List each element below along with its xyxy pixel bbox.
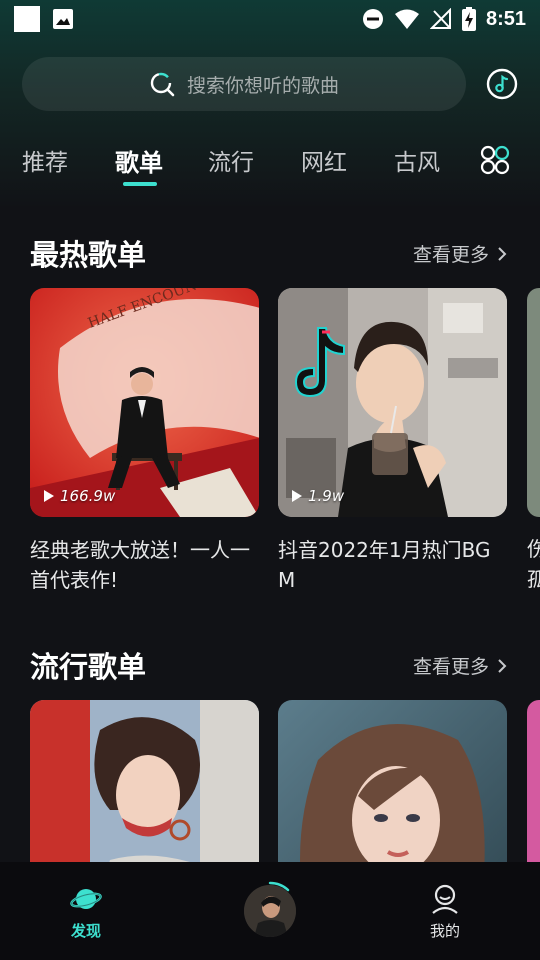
see-more-pop-button[interactable]: 查看更多: [413, 652, 507, 679]
album-art: [244, 885, 296, 937]
play-icon: [292, 490, 302, 502]
grid-icon: [480, 145, 510, 175]
tab-classical-style[interactable]: 古风: [394, 140, 440, 180]
notification-square-icon: [14, 6, 40, 32]
playlist-card[interactable]: HALF ENCOUNTER 166.9w 经典老歌大放送！一人一首代表作!: [30, 288, 259, 595]
now-playing-disc[interactable]: [244, 885, 296, 937]
clock: 8:51: [485, 7, 526, 30]
play-icon: [44, 490, 54, 502]
music-recognition-button[interactable]: [486, 68, 518, 100]
category-tabs: 推荐 歌单 流行 网红 古风: [0, 140, 540, 188]
nav-discover-label: 发现: [70, 922, 101, 940]
section-title-hot: 最热歌单: [30, 238, 147, 272]
search-row: 搜索你想听的歌曲: [22, 57, 518, 111]
wifi-icon: [394, 9, 419, 29]
playlist-cover: 1.9w: [278, 288, 507, 517]
playlist-card[interactable]: 1.9w 抖音2022年1月热门BGM: [278, 288, 507, 595]
playlist-card-peek[interactable]: [527, 288, 540, 517]
battery-charging-icon: [461, 7, 476, 31]
status-bar: 8:51: [0, 0, 540, 38]
tab-recommend[interactable]: 推荐: [22, 140, 68, 180]
nav-mine[interactable]: 我的: [430, 884, 460, 941]
tab-internet-hits[interactable]: 网红: [301, 140, 347, 180]
nav-mine-label: 我的: [430, 922, 461, 940]
play-count: 1.9w: [292, 487, 344, 505]
image-icon: [53, 9, 73, 29]
tab-pop[interactable]: 流行: [208, 140, 254, 180]
chevron-right-icon: [498, 658, 507, 673]
nav-discover[interactable]: 发现: [70, 884, 102, 941]
section-title-pop: 流行歌单: [30, 650, 147, 684]
see-more-label: 查看更多: [413, 244, 490, 266]
see-more-label: 查看更多: [413, 656, 490, 678]
search-input[interactable]: 搜索你想听的歌曲: [22, 57, 466, 111]
playlist-cover: HALF ENCOUNTER 166.9w: [30, 288, 259, 517]
bottom-navigation: 发现 我的: [0, 862, 540, 960]
see-more-hot-button[interactable]: 查看更多: [413, 240, 507, 267]
playlist-title: 经典老歌大放送！一人一首代表作!: [30, 538, 250, 592]
planet-icon: [70, 889, 102, 909]
more-categories-button[interactable]: [480, 145, 510, 179]
search-placeholder: 搜索你想听的歌曲: [186, 74, 339, 97]
do-not-disturb-icon: [362, 9, 383, 29]
playlist-title: 抖音2022年1月热门BGM: [278, 538, 491, 592]
user-icon: [432, 884, 458, 914]
playlist-title-peek: 伤孤: [527, 537, 540, 591]
chevron-right-icon: [498, 246, 507, 261]
search-icon: [150, 72, 175, 97]
tab-playlists[interactable]: 歌单: [115, 140, 163, 180]
active-tab-indicator: [123, 182, 157, 186]
music-note-icon: [486, 68, 518, 100]
no-signal-icon: [429, 8, 451, 29]
play-count: 166.9w: [44, 487, 115, 505]
